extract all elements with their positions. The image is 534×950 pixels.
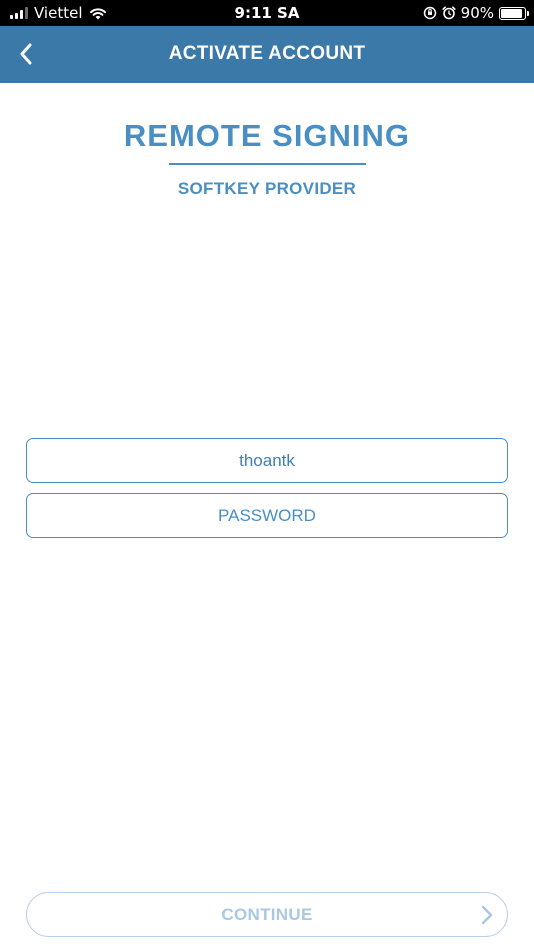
battery-icon [499,6,529,20]
battery-fill [501,8,522,18]
wifi-icon [89,8,106,20]
back-button[interactable] [8,36,44,72]
status-left: Viettel [10,4,107,22]
continue-button[interactable]: CONTINUE [26,892,508,937]
continue-label: CONTINUE [221,905,313,924]
brand-divider [169,163,366,165]
battery-percent: 90% [460,4,494,22]
status-bar: Viettel 9:11 SA 90% [0,0,534,26]
brand-title: REMOTE SIGNING [123,118,411,153]
page-title: ACTIVATE ACCOUNT [168,43,366,64]
orientation-lock-icon [423,6,436,20]
password-field[interactable] [26,493,508,538]
username-field[interactable] [26,438,508,483]
carrier-name: Viettel [34,4,83,22]
signal-icon [10,7,28,19]
status-right: 90% [423,4,529,22]
chevron-left-icon [20,43,32,65]
brand-subtitle: SOFTKEY PROVIDER [177,179,357,198]
alarm-icon [442,6,456,20]
chevron-right-icon [481,905,493,925]
app-header: ACTIVATE ACCOUNT [0,26,534,83]
